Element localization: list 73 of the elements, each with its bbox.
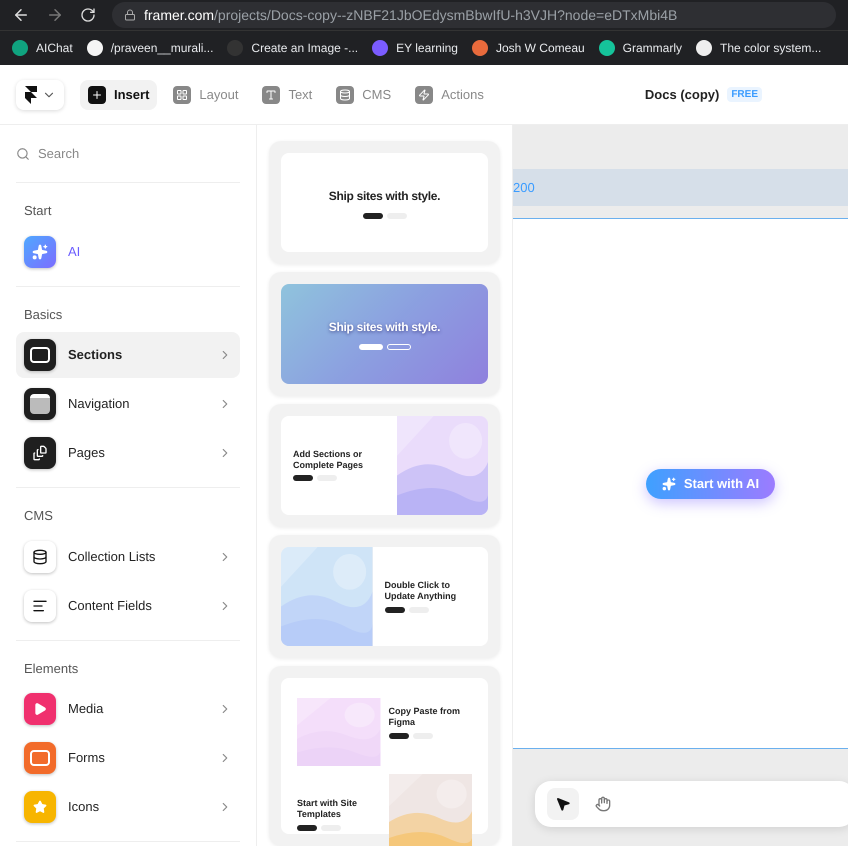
toolbar-tab[interactable]: CMS (328, 80, 400, 110)
item-label: Pages (68, 444, 105, 462)
template-title: Copy Paste from Figma (388, 706, 462, 728)
mini-button-icon (384, 606, 404, 613)
item-label: AI (68, 242, 80, 261)
item-label: Content Fields (68, 596, 152, 615)
lightning-icon (415, 86, 434, 104)
bookmark-link[interactable]: /praveen__murali... (110, 39, 214, 57)
sidebar-item[interactable]: Content Fields (16, 582, 240, 628)
bookmark-link[interactable]: Josh W Comeau (496, 39, 585, 57)
item-label: Collection Lists (68, 548, 156, 566)
database-icon (336, 86, 354, 104)
item-label: Sections (68, 346, 122, 364)
template-title: Ship sites with style. (328, 188, 440, 205)
section-heading: CMS (23, 507, 54, 525)
pointer-icon (555, 796, 571, 812)
section-heading: Start (23, 202, 52, 220)
mini-button-icon (358, 344, 382, 350)
sparkle-icon (662, 477, 676, 491)
template-title: Ship sites with style. (328, 318, 440, 336)
item-label: Media (68, 700, 104, 718)
template-card[interactable]: Double Click to Update Anything (269, 534, 500, 658)
url-host: framer.com (144, 6, 214, 22)
lock-icon (124, 9, 136, 21)
search-field[interactable]: Search (38, 144, 214, 164)
bookmark-link[interactable]: EY learning (396, 39, 458, 57)
url-path: /projects/Docs-copy--zNBF21JbOEdysmBbwIfU-h3VJH?node=eDTxMbi4B (214, 6, 678, 25)
project-title: Docs (copy) (644, 86, 720, 104)
item-label: Icons (68, 798, 100, 816)
hand-icon (595, 796, 611, 812)
section-heading: Elements (23, 660, 80, 678)
mini-button-icon (388, 732, 408, 738)
logo-icon (24, 86, 38, 104)
plan-badge: FREE (727, 87, 762, 102)
template-card[interactable]: Ship sites with style. (269, 141, 500, 264)
bookmark-link[interactable]: Create an Image -... (251, 39, 358, 57)
mini-button-icon (293, 475, 313, 482)
template-card[interactable]: Add Sections or Complete Pages (269, 404, 500, 527)
grid-icon (173, 86, 192, 104)
template-title: Add Sections or Complete Pages (293, 448, 364, 472)
template-title: Double Click to Update Anything (384, 580, 458, 603)
item-label: Forms (68, 749, 105, 768)
toolbar-tab[interactable]: Insert (80, 80, 158, 110)
sidebar-item[interactable]: Collection Lists (16, 534, 240, 580)
sidebar-item[interactable]: AI (16, 228, 240, 274)
plus-icon (88, 86, 106, 104)
sidebar-item[interactable]: Pages (16, 430, 240, 476)
item-label: Navigation (68, 395, 130, 414)
ruler-label: 200 (513, 178, 535, 197)
bookmark-link[interactable]: AIChat (36, 39, 73, 57)
pointer-tool[interactable] (547, 788, 579, 820)
bookmark-link[interactable]: Grammarly (622, 39, 682, 57)
forward-icon[interactable] (46, 6, 64, 24)
section-heading: Basics (23, 306, 64, 324)
sidebar-item[interactable]: Sections (16, 332, 240, 378)
bookmark-link[interactable]: The color system... (720, 39, 822, 57)
toolbar-tab[interactable]: Actions (407, 80, 492, 110)
sidebar-item[interactable]: Forms (16, 735, 240, 781)
sidebar-item[interactable]: Icons (16, 784, 240, 830)
text-icon (262, 86, 280, 104)
mini-button-icon (386, 344, 410, 350)
reload-icon[interactable] (80, 7, 96, 23)
toolbar-tab[interactable]: Layout (165, 80, 246, 110)
template-title: Start with Site Templates (297, 798, 358, 820)
template-card[interactable]: Copy Paste from Figma Start with Site Templates (269, 666, 500, 846)
mini-button-icon (297, 824, 317, 830)
back-icon[interactable] (12, 6, 30, 24)
toolbar-tab[interactable]: Text (254, 80, 320, 110)
search-icon (16, 146, 30, 160)
sidebar-item[interactable]: Media (16, 686, 240, 732)
address-field[interactable]: framer.com/projects/Docs-copy--zNBF21JbOEdysmBbwIfU-h3VJH?node=eDTxMbi4B (112, 2, 836, 28)
sidebar-item[interactable]: Navigation (16, 381, 240, 427)
mini-button-icon (362, 212, 382, 219)
